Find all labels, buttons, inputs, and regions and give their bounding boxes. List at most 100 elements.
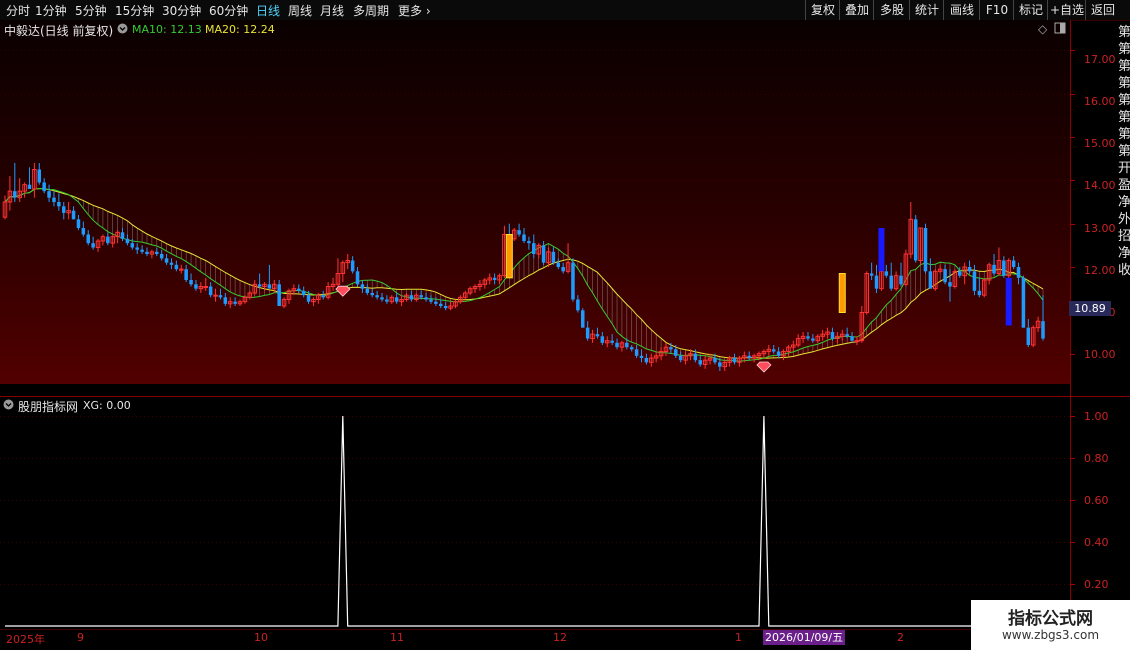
candle-body (747, 355, 751, 358)
right-panel-char: 第 (1118, 59, 1130, 74)
candle-body (913, 219, 918, 261)
tab-fenshi[interactable]: 分时 (6, 2, 30, 19)
chevron-down-icon[interactable] (3, 399, 14, 413)
stock-title: 中毅达(日线 前复权) (4, 24, 114, 38)
right-panel-char: 盈 (1118, 178, 1130, 193)
candle-body (615, 342, 619, 348)
back-button[interactable]: 返回 (1085, 0, 1120, 20)
x-tick-month: 12 (553, 631, 567, 644)
candle-body (644, 358, 649, 363)
candle-body (811, 338, 815, 341)
candle-body (1016, 267, 1021, 278)
candle-body (576, 299, 580, 311)
chart-background (0, 20, 1070, 384)
tab-more-label: 更多 (398, 4, 423, 18)
signal-bar (505, 234, 513, 279)
mark-button[interactable]: 标记 (1013, 0, 1048, 20)
candle-body (130, 243, 135, 248)
breakdown-bar (878, 228, 885, 272)
ind-y-tick: 0.20 (1084, 578, 1109, 591)
candle-body (556, 262, 561, 267)
candle-body (492, 277, 497, 280)
right-panel-char: 净 (1118, 195, 1130, 210)
add-watchlist-button[interactable]: +自选 (1047, 0, 1086, 20)
candle-body (184, 269, 188, 280)
candle-body (257, 284, 262, 287)
multi-stock-button[interactable]: 多股 (873, 0, 910, 20)
candle-body (972, 271, 977, 291)
stats-button[interactable]: 统计 (909, 0, 944, 20)
candle-body (845, 334, 849, 337)
candle-body (365, 288, 370, 293)
tab-1min[interactable]: 1分钟 (35, 2, 67, 19)
candle-body (135, 247, 139, 250)
window-restore-icon[interactable] (1054, 22, 1066, 37)
candle-body (120, 232, 125, 239)
candle-body (874, 275, 879, 289)
candle-body (218, 295, 223, 298)
ind-y-tick: 0.40 (1084, 536, 1109, 549)
candle-body (189, 280, 193, 285)
y-tick: 15.00 (1084, 137, 1116, 150)
candle-body (899, 275, 903, 285)
candle-body (776, 351, 781, 356)
chevron-down-icon[interactable] (117, 23, 128, 37)
draw-line-button[interactable]: 画线 (943, 0, 980, 20)
tab-more[interactable]: 更多 › (398, 2, 431, 19)
right-panel-char: 招 (1118, 229, 1130, 244)
ind-y-tick: 0.80 (1084, 452, 1109, 465)
f10-button[interactable]: F10 (979, 0, 1014, 20)
tab-30min[interactable]: 30分钟 (162, 2, 201, 19)
candle-body (57, 202, 61, 207)
y-tick: 17.00 (1084, 53, 1116, 66)
candle-body (145, 251, 149, 254)
overlay-button[interactable]: 叠加 (839, 0, 874, 20)
ind-y-tick: 0.60 (1084, 494, 1109, 507)
diamond-icon[interactable]: ◇ (1038, 22, 1047, 36)
candlestick-chart[interactable] (0, 20, 1130, 396)
candle-body (943, 269, 947, 283)
tab-multi-period[interactable]: 多周期 (353, 2, 389, 19)
candle-body (928, 271, 933, 289)
candle-body (52, 197, 56, 202)
candle-body (600, 336, 605, 343)
tab-monthly[interactable]: 月线 (320, 2, 344, 19)
candle-body (86, 234, 90, 244)
candle-body (732, 358, 737, 363)
candle-body (674, 349, 678, 356)
tab-weekly[interactable]: 周线 (288, 2, 312, 19)
candle-body (13, 191, 17, 198)
candle-body (375, 295, 379, 298)
candle-body (27, 184, 32, 189)
right-panel-char: 第 (1118, 93, 1130, 108)
candle-body (106, 236, 110, 244)
candle-body (967, 267, 972, 272)
candle-body (350, 260, 355, 272)
candle-body (1021, 277, 1026, 328)
candle-body (439, 303, 443, 306)
candle-body (532, 243, 536, 254)
candle-body (380, 297, 384, 300)
tab-daily[interactable]: 日线 (256, 2, 280, 19)
candle-body (434, 301, 438, 304)
candle-body (693, 353, 698, 361)
candle-body (669, 347, 673, 350)
fuquan-button[interactable]: 复权 (805, 0, 840, 20)
candle-body (169, 262, 174, 265)
candle-body (267, 284, 272, 289)
tab-60min[interactable]: 60分钟 (209, 2, 248, 19)
indicator-chart[interactable] (0, 396, 1130, 630)
candle-body (869, 273, 874, 276)
candle-body (277, 284, 281, 306)
candle-body (634, 349, 639, 356)
candle-body (394, 297, 399, 302)
candle-body (541, 245, 546, 263)
tab-5min[interactable]: 5分钟 (75, 2, 107, 19)
candle-body (203, 286, 209, 288)
candle-body (360, 284, 365, 289)
candle-body (1011, 260, 1016, 267)
y-tick: 16.00 (1084, 95, 1116, 108)
watermark-url: www.zbgs3.com (1001, 628, 1100, 642)
tab-15min[interactable]: 15分钟 (115, 2, 154, 19)
candle-body (424, 297, 428, 300)
